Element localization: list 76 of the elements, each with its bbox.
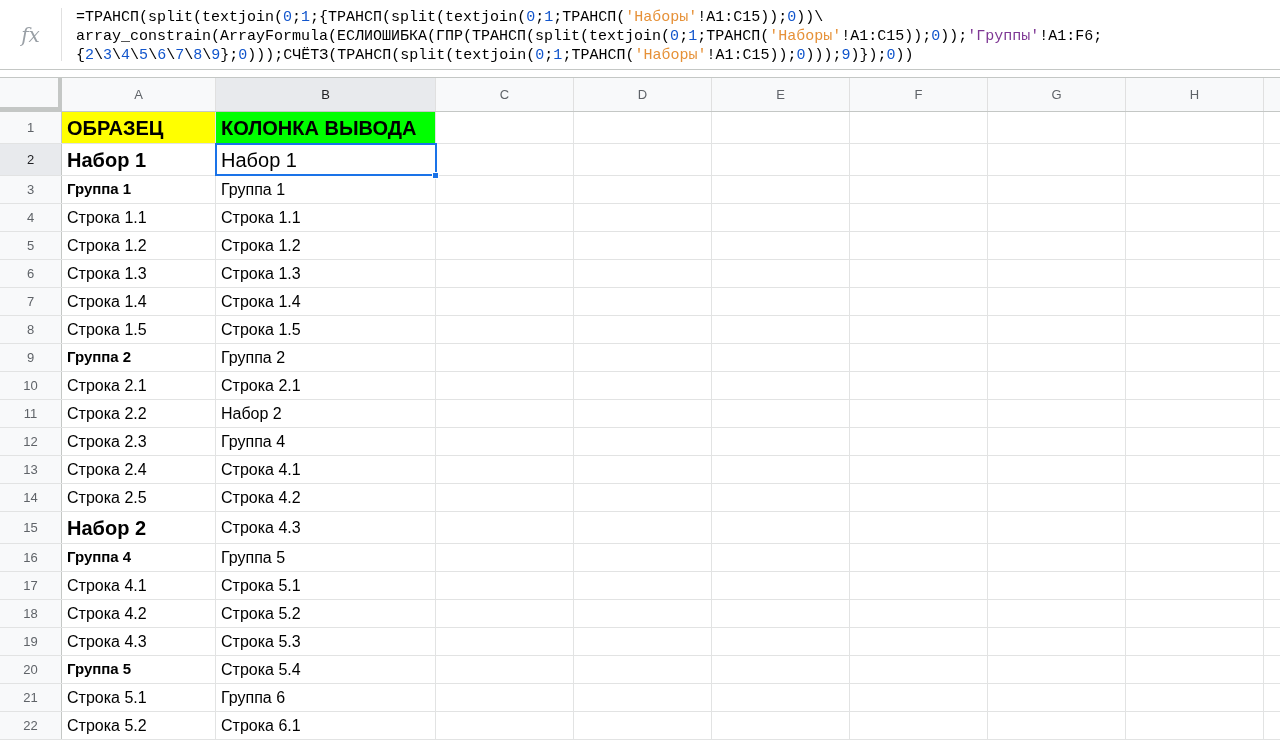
row-header[interactable]: 16 [0,544,62,571]
table-cell[interactable]: Набор 1 [62,144,216,175]
table-cell[interactable]: Строка 2.4 [62,456,216,483]
table-cell[interactable]: Строка 1.5 [62,316,216,343]
column-header[interactable]: G [988,78,1126,111]
table-cell[interactable]: Группа 4 [62,544,216,571]
table-cell[interactable]: Группа 6 [216,684,436,711]
row-header[interactable]: 12 [0,428,62,455]
function-icon: fx [21,19,40,50]
table-cell[interactable]: Группа 5 [62,656,216,683]
row-header[interactable]: 17 [0,572,62,599]
table-cell[interactable]: Группа 4 [216,428,436,455]
table-cell[interactable]: Строка 1.3 [62,260,216,287]
row-header[interactable]: 4 [0,204,62,231]
table-cell[interactable]: Строка 2.1 [216,372,436,399]
table-cell[interactable]: Строка 2.5 [62,484,216,511]
table-cell[interactable]: Строка 5.2 [216,600,436,627]
row-header[interactable]: 22 [0,712,62,739]
table-cell[interactable]: Строка 1.2 [216,232,436,259]
table-cell[interactable]: Строка 4.1 [216,456,436,483]
table-cell[interactable]: Строка 1.4 [62,288,216,315]
table-cell[interactable]: Строка 4.1 [62,572,216,599]
row-header[interactable]: 2 [0,144,62,175]
column-header[interactable]: E [712,78,850,111]
table-cell[interactable]: Строка 5.1 [62,684,216,711]
table-cell[interactable]: Строка 1.1 [216,204,436,231]
table-cell[interactable]: Строка 5.2 [62,712,216,739]
table-cell[interactable]: КОЛОНКА ВЫВОДА [216,112,436,143]
table-cell[interactable]: Строка 1.3 [216,260,436,287]
row-header[interactable]: 9 [0,344,62,371]
formula-text[interactable]: =ТРАНСП(split(textjoin(0;1;{ТРАНСП(split(textjoin(0;1;ТРАНСП('Наборы'!A1:C15));0))\ array_constrain(ArrayFormula(ЕСЛИОШИБКА(ГПР(ТРАНСП(split(textjoin(0;1;ТРАНСП('Наборы'!A1:C15));0));'Группы'!A1:F6; {2\3\4\5\6\7\8\9};0)));СЧЁТЗ(ТРАНСП(split(textjoin(0;1;ТРАНСП('Наборы'!A1:C15));0)));9)});0)) [62,0,1103,69]
row-header[interactable]: 21 [0,684,62,711]
table-cell[interactable]: Набор 2 [216,400,436,427]
row-header[interactable]: 14 [0,484,62,511]
row-header[interactable]: 19 [0,628,62,655]
row-header[interactable]: 15 [0,512,62,543]
table-cell[interactable]: Строка 4.3 [216,512,436,543]
row-header[interactable]: 7 [0,288,62,315]
table-cell[interactable]: Строка 5.1 [216,572,436,599]
table-cell[interactable]: Строка 5.3 [216,628,436,655]
row-header[interactable]: 3 [0,176,62,203]
table-cell[interactable]: Группа 2 [62,344,216,371]
table-cell[interactable]: Строка 4.2 [62,600,216,627]
table-cell[interactable]: Строка 1.1 [62,204,216,231]
table-cell[interactable]: Группа 1 [216,176,436,203]
table-cell[interactable]: ОБРАЗЕЦ [62,112,216,143]
table-cell[interactable]: Строка 4.2 [216,484,436,511]
table-cell[interactable]: Группа 1 [62,176,216,203]
row-header[interactable]: 18 [0,600,62,627]
row-header[interactable]: 8 [0,316,62,343]
column-header[interactable]: B [216,78,436,111]
table-cell[interactable]: Строка 2.1 [62,372,216,399]
table-cell[interactable]: Строка 6.1 [216,712,436,739]
row-header[interactable]: 10 [0,372,62,399]
column-header[interactable]: C [436,78,574,111]
table-cell[interactable]: Строка 1.5 [216,316,436,343]
row-header[interactable]: 1 [0,112,62,143]
row-header[interactable]: 11 [0,400,62,427]
row-header[interactable]: 20 [0,656,62,683]
table-cell[interactable]: Строка 1.4 [216,288,436,315]
row-header[interactable]: 13 [0,456,62,483]
table-cell[interactable]: Строка 5.4 [216,656,436,683]
table-cell[interactable]: Строка 2.3 [62,428,216,455]
table-cell[interactable]: Группа 5 [216,544,436,571]
table-cell[interactable]: Группа 2 [216,344,436,371]
table-cell[interactable]: Строка 1.2 [62,232,216,259]
column-header[interactable]: F [850,78,988,111]
table-cell[interactable]: Набор 1 [216,144,436,175]
row-header[interactable]: 6 [0,260,62,287]
column-header[interactable]: H [1126,78,1264,111]
fill-handle[interactable] [432,172,439,179]
table-cell[interactable]: Строка 2.2 [62,400,216,427]
table-cell[interactable]: Строка 4.3 [62,628,216,655]
table-cell[interactable]: Набор 2 [62,512,216,543]
column-header[interactable]: D [574,78,712,111]
row-header[interactable]: 5 [0,232,62,259]
